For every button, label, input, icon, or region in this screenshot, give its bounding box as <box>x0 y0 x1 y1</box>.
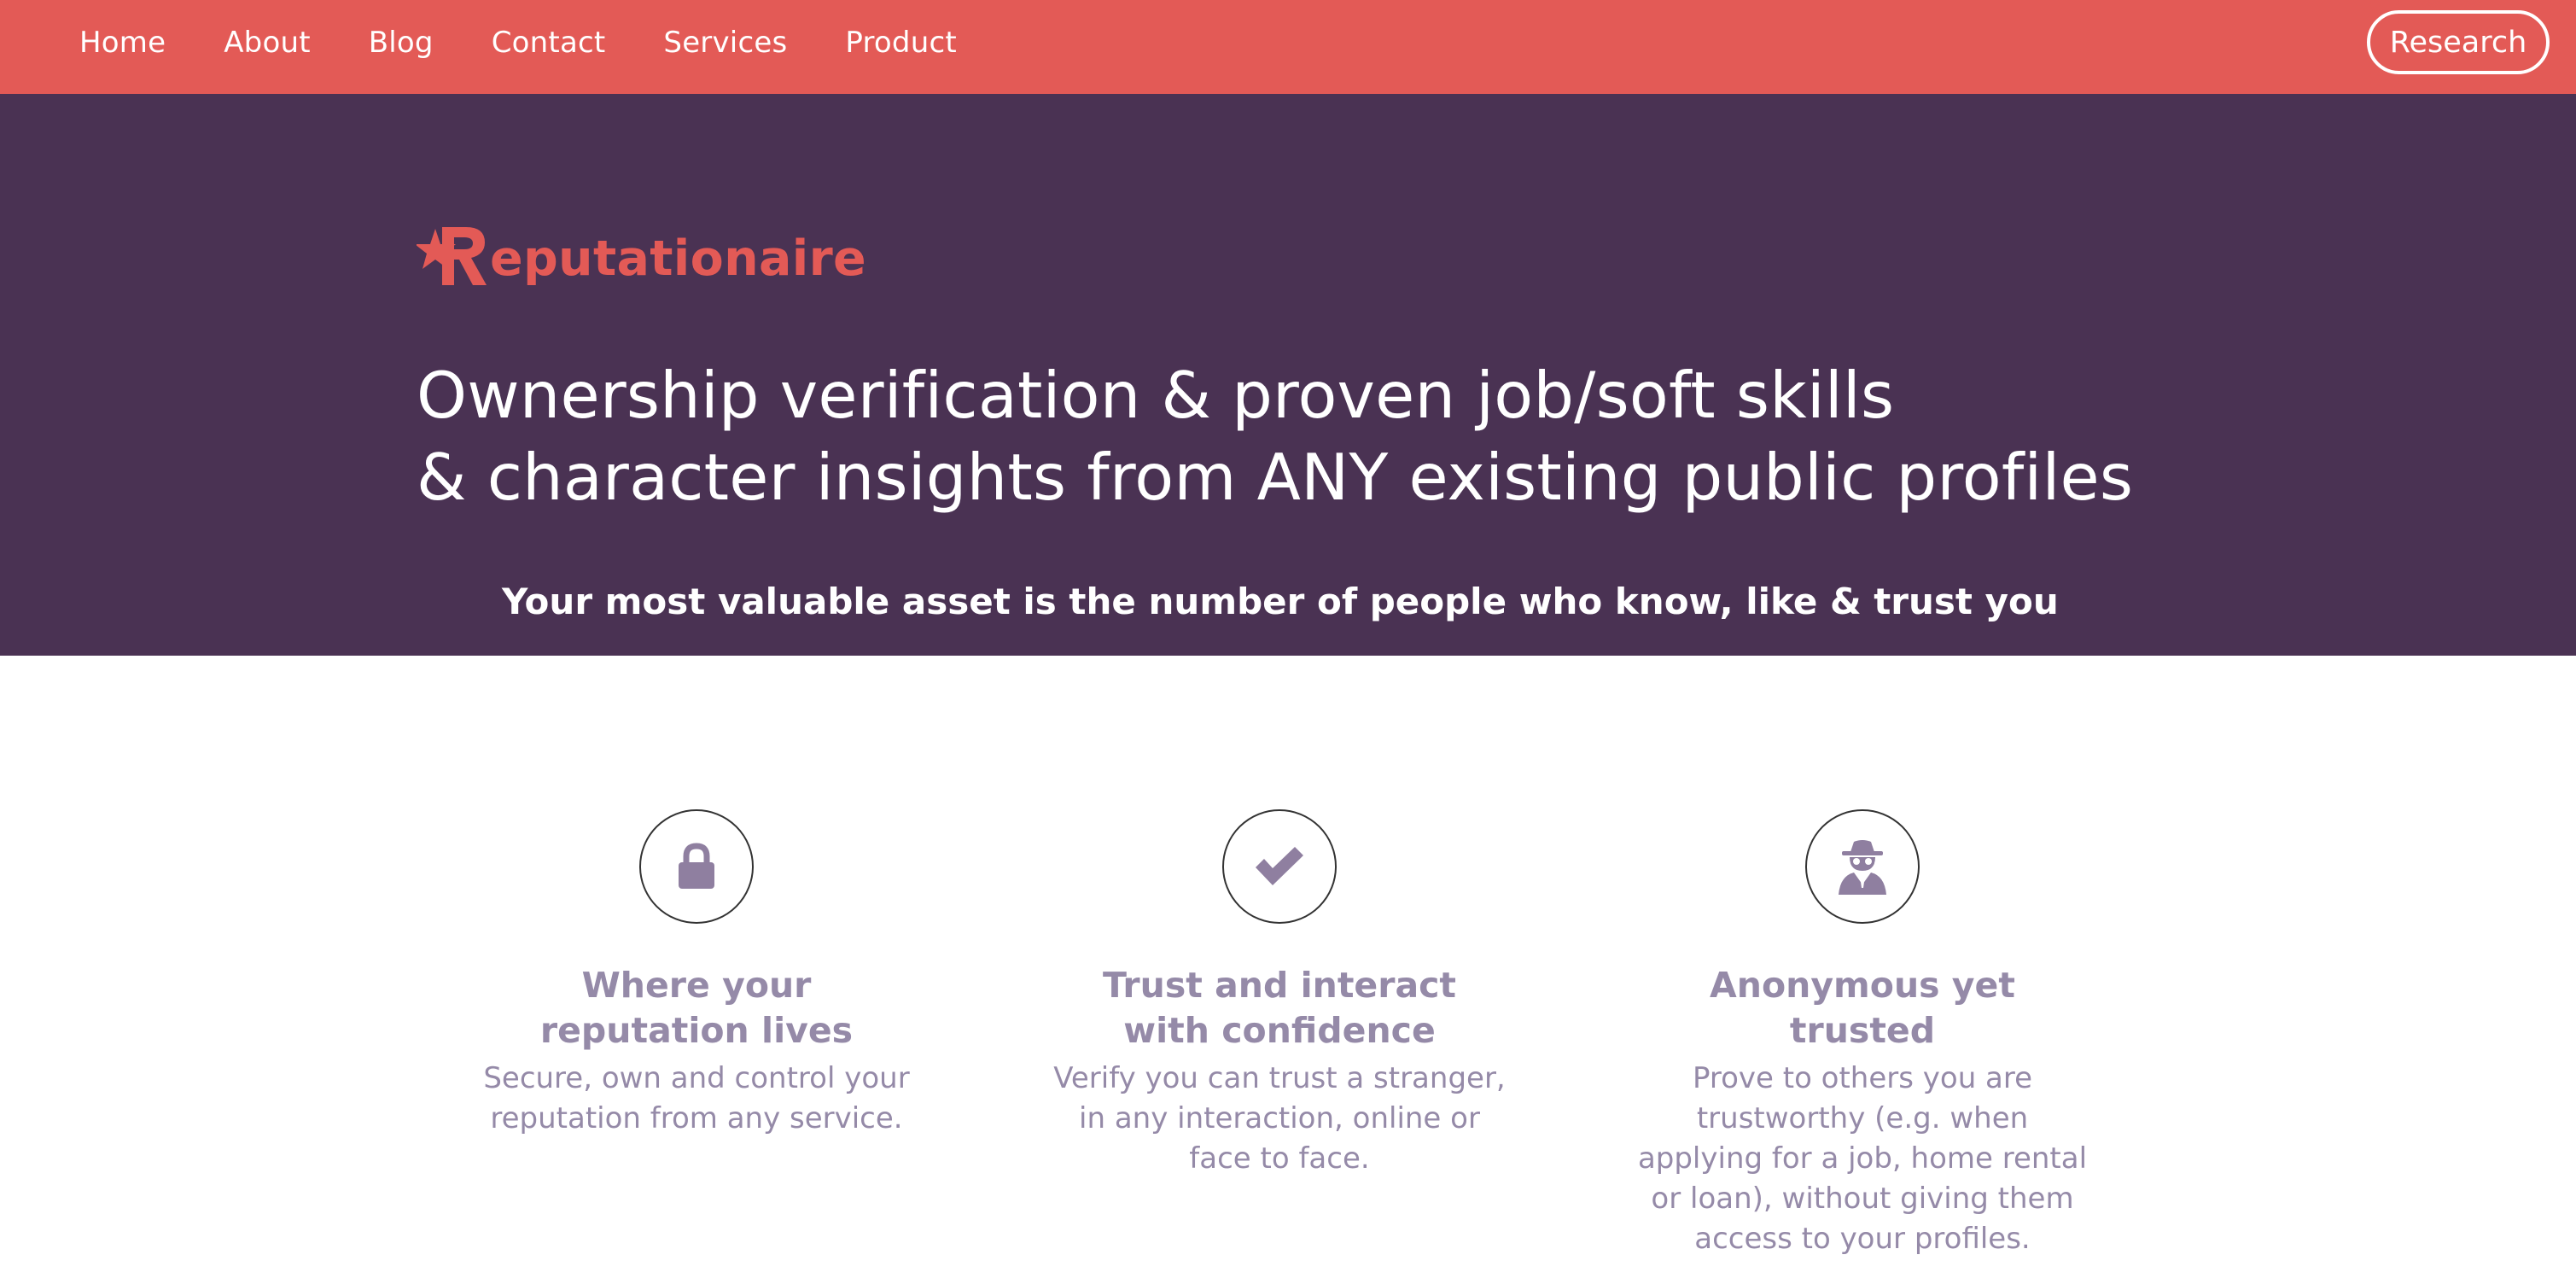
brand-logo[interactable]: eputationaire <box>417 213 866 290</box>
feature-title: Where your reputation lives <box>539 965 854 1051</box>
logo-star-r-icon <box>417 227 487 285</box>
lock-icon <box>679 843 714 889</box>
feature-title: Anonymous yet trusted <box>1710 965 2015 1051</box>
top-navbar: Home About Blog Contact Services Product… <box>0 0 2576 94</box>
feature-description: Verify you can trust a stranger, in any … <box>1053 1061 1506 1176</box>
headline-line-2: & character insights from ANY existing p… <box>417 440 2134 515</box>
checkmark-icon <box>1256 847 1303 885</box>
spy-icon-circle <box>1805 809 1920 924</box>
nav-link-about[interactable]: About <box>224 26 311 60</box>
nav-link-home[interactable]: Home <box>79 26 166 60</box>
feature-anonymous: Anonymous yet trusted Prove to others yo… <box>1632 809 2093 1259</box>
nav-links: Home About Blog Contact Services Product <box>79 0 1015 85</box>
headline-line-1: Ownership verification & proven job/soft… <box>417 358 1895 433</box>
spy-icon <box>1839 840 1886 895</box>
logo-wordmark: eputationaire <box>490 231 866 287</box>
hero-headline: Ownership verification & proven job/soft… <box>417 354 2294 518</box>
feature-trust: Trust and interact with confidence Verif… <box>1049 809 1510 1179</box>
hero-section: eputationaire Ownership verification & p… <box>0 94 2576 656</box>
feature-reputation: Where your reputation lives Secure, own … <box>466 809 927 1139</box>
checkmark-icon-circle <box>1222 809 1337 924</box>
hero-tagline: Your most valuable asset is the number o… <box>502 581 2059 622</box>
nav-link-product[interactable]: Product <box>845 26 957 60</box>
feature-title: Trust and interact with confidence <box>1102 965 1457 1051</box>
lock-icon-circle <box>639 809 754 924</box>
feature-description: Secure, own and control your reputation … <box>483 1061 910 1135</box>
nav-link-blog[interactable]: Blog <box>369 26 434 60</box>
nav-link-services[interactable]: Services <box>663 26 787 60</box>
feature-description: Prove to others you are trustworthy (e.g… <box>1637 1061 2088 1256</box>
research-button[interactable]: Research <box>2367 10 2550 74</box>
nav-link-contact[interactable]: Contact <box>492 26 606 60</box>
